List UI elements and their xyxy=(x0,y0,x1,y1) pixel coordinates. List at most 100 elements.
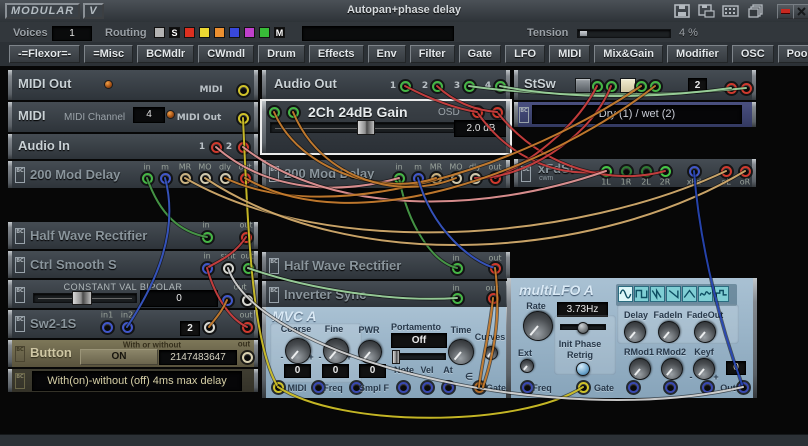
patch-port[interactable] xyxy=(122,322,133,333)
routing-swatch-4[interactable] xyxy=(214,27,225,38)
slider-handle[interactable] xyxy=(577,322,589,334)
patch-port[interactable] xyxy=(451,173,462,184)
module-inverter-sync[interactable]: BC Inverter Sync xyxy=(262,281,510,308)
voices-field[interactable]: 1 xyxy=(52,26,92,41)
patch-port[interactable] xyxy=(240,173,251,184)
patch-port[interactable] xyxy=(202,263,213,274)
patch-port[interactable] xyxy=(443,382,454,393)
menu-button--flexor-[interactable]: -=Flexor=- xyxy=(9,45,80,63)
close-button[interactable] xyxy=(793,4,808,19)
module-note-label[interactable]: BC With(on)-without (off) 4ms max delay xyxy=(8,369,258,392)
menu-button-bcmdlr[interactable]: BCMdlr xyxy=(137,45,194,63)
on-off-button[interactable]: ON xyxy=(80,349,158,365)
menu-button-osc[interactable]: OSC xyxy=(732,45,774,63)
stsw-button-b[interactable] xyxy=(620,78,636,93)
patch-port[interactable] xyxy=(636,81,647,92)
menu-button-pool[interactable]: Pool xyxy=(778,45,808,63)
patch-port[interactable] xyxy=(495,81,506,92)
constant-slider-handle[interactable] xyxy=(72,291,92,305)
patch-port[interactable] xyxy=(202,232,213,243)
patch-port[interactable] xyxy=(222,295,233,306)
gain-slider-handle[interactable] xyxy=(357,120,375,135)
midi-channel-field[interactable]: 4 xyxy=(133,107,165,123)
button-value-field[interactable]: 2147483647 xyxy=(159,350,237,365)
module-constant-val-bipolar[interactable]: BC CONSTANT VAL BIPOLAR 0 xyxy=(8,280,258,308)
routing-swatch-m[interactable]: M xyxy=(274,27,285,38)
minimize-button[interactable] xyxy=(777,4,794,19)
patch-port[interactable] xyxy=(650,81,661,92)
patch-port[interactable] xyxy=(398,382,409,393)
patch-port[interactable] xyxy=(160,173,171,184)
pages-icon[interactable] xyxy=(748,4,765,18)
menu-button-lfo[interactable]: LFO xyxy=(505,45,545,63)
constant-slider[interactable] xyxy=(33,293,137,303)
patch-port[interactable] xyxy=(142,173,153,184)
patch-port[interactable] xyxy=(223,263,234,274)
patch-port[interactable] xyxy=(242,295,253,306)
patch-info-field[interactable] xyxy=(302,26,454,41)
patch-port[interactable] xyxy=(474,382,485,393)
patch-port[interactable] xyxy=(522,382,533,393)
module-drywet-selector[interactable]: BC Dry (1) / wet (2) xyxy=(514,102,756,127)
patch-port[interactable] xyxy=(452,263,463,274)
patch-port[interactable] xyxy=(490,173,501,184)
patch-port[interactable] xyxy=(422,382,433,393)
patch-port[interactable] xyxy=(242,352,253,363)
save-as-icon[interactable] xyxy=(698,4,715,18)
patch-port[interactable] xyxy=(180,173,191,184)
patch-port[interactable] xyxy=(492,107,503,118)
patch-port[interactable] xyxy=(464,81,475,92)
patch-port[interactable] xyxy=(470,173,481,184)
portamento-slider[interactable] xyxy=(392,353,446,360)
menu-button-midi[interactable]: MIDI xyxy=(549,45,590,63)
module-xfdst[interactable]: BC xFdSt cwm xyxy=(514,159,756,187)
patch-port[interactable] xyxy=(204,322,215,333)
patch-port[interactable] xyxy=(431,173,442,184)
patch-port[interactable] xyxy=(689,166,700,177)
patch-port[interactable] xyxy=(741,83,752,94)
patch-port[interactable] xyxy=(413,173,424,184)
patch-port[interactable] xyxy=(238,85,249,96)
patch-port[interactable] xyxy=(238,113,249,124)
module-stsw[interactable]: StSw 2 xyxy=(514,70,756,100)
lfo-wave-square-icon[interactable] xyxy=(634,286,649,302)
patch-port[interactable] xyxy=(665,382,676,393)
patch-port[interactable] xyxy=(243,263,254,274)
save-icon[interactable] xyxy=(674,4,691,18)
lfo-wave-step-icon[interactable] xyxy=(714,286,729,302)
patch-port[interactable] xyxy=(400,81,411,92)
patch-port[interactable] xyxy=(102,322,113,333)
patch-port[interactable] xyxy=(628,382,639,393)
patch-port[interactable] xyxy=(721,166,732,177)
routing-swatch-0[interactable] xyxy=(154,27,165,38)
menu-button-mix-gain[interactable]: Mix&Gain xyxy=(594,45,663,63)
patch-port[interactable] xyxy=(490,263,501,274)
portamento-slider-handle[interactable] xyxy=(392,350,400,364)
menu-button--misc[interactable]: =Misc xyxy=(84,45,133,63)
patch-port[interactable] xyxy=(488,293,499,304)
patch-port[interactable] xyxy=(738,382,749,393)
tension-slider[interactable] xyxy=(577,29,671,38)
coarse-value[interactable]: 0 xyxy=(284,364,311,378)
patch-port[interactable] xyxy=(726,83,737,94)
patch-port[interactable] xyxy=(702,382,713,393)
pwr-value[interactable]: 0 xyxy=(359,364,386,378)
fine-value[interactable]: 0 xyxy=(322,364,349,378)
gain-value[interactable]: 2.0 dB xyxy=(454,120,508,137)
patch-port[interactable] xyxy=(452,293,463,304)
patch-port[interactable] xyxy=(606,81,617,92)
menu-button-cwmdl[interactable]: CWmdl xyxy=(198,45,254,63)
lfo-wave-ramp-down-icon[interactable] xyxy=(666,286,681,302)
patch-grid-icon[interactable] xyxy=(722,4,739,18)
patch-port[interactable] xyxy=(211,142,222,153)
lfo-wave-random-icon[interactable] xyxy=(698,286,713,302)
lfo-wave-sine-icon[interactable] xyxy=(618,286,633,302)
patch-port[interactable] xyxy=(241,232,252,243)
menu-button-filter[interactable]: Filter xyxy=(410,45,455,63)
lfo-wave-saw-icon[interactable] xyxy=(650,286,665,302)
lfo-wave-triangle-icon[interactable] xyxy=(682,286,697,302)
patch-port[interactable] xyxy=(621,166,632,177)
patch-port[interactable] xyxy=(220,173,231,184)
patch-port[interactable] xyxy=(740,166,751,177)
patch-port[interactable] xyxy=(601,166,612,177)
